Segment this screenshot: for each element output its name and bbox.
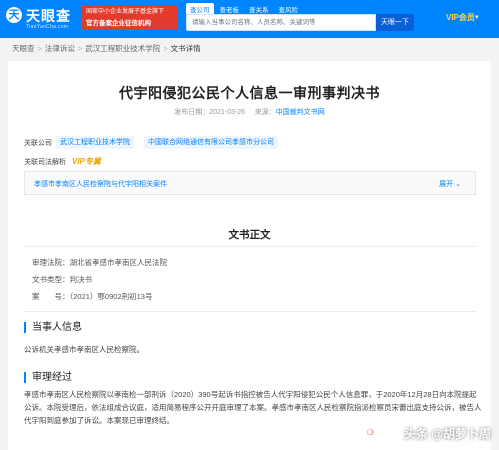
promo-line2: 官方备案企业征信机构 [86,20,151,27]
chevron-down-icon[interactable]: ▾ [475,13,479,21]
court-line: 审理法院：湖北省孝感市孝南区人民法院 [32,258,167,267]
company-tag[interactable]: 中国联合网络通信有限公司孝感市分公司 [144,136,278,149]
promo-banner[interactable]: 国家中小企业发展子基金旗下 官方备案企业征信机构 [82,6,178,30]
page-title: 代宇阳侵犯公民个人信息一审刑事判决书 [119,85,380,101]
divider [24,246,476,247]
judicial-analysis-label: 关联司法解析 [24,159,66,166]
publish-date: 2021-03-26 [209,109,246,116]
breadcrumb-company[interactable]: 武汉工程职业技术学院 [85,38,160,60]
expand-button[interactable]: 展开 ⌄ [439,179,461,189]
vip-badge: VIP专属 [72,157,101,166]
publish-label: 发布日期： [174,109,210,116]
breadcrumb-current: 文书详情 [170,44,201,53]
divider [24,311,476,312]
breadcrumb: 天眼查 > 法律诉讼 > 武汉工程职业技术学院 > 文书详情 [0,38,499,60]
related-case-link[interactable]: 孝感市孝南区人民检察院与代宇阳相关案件 [34,179,167,189]
breadcrumb-lawsuit[interactable]: 法律诉讼 [45,38,75,60]
breadcrumb-home[interactable]: 天眼查 [12,38,35,60]
trial-text: 孝感市孝南区人民检察院以孝南检一部刑诉（2020）390号起诉书指控被告人代宇阳… [24,390,482,425]
toutiao-logo-icon: ❍ [363,426,377,440]
promo-line1: 国家中小企业发展子基金旗下 [86,9,165,15]
parties-heading: 当事人信息 [24,322,82,333]
company-tag[interactable]: 武汉工程职业技术学院 [56,136,134,149]
expand-label: 展开 [439,181,454,188]
doc-type-line: 文书类型：判决书 [32,275,92,284]
source-label: 来源： [254,109,276,116]
search-input[interactable] [187,15,375,30]
logo-subtitle: TianYanCha.com [26,24,69,30]
breadcrumb-separator: > [77,44,83,53]
related-case-box: 孝感市孝南区人民检察院与代宇阳相关案件 展开 ⌄ [24,171,476,195]
top-bar: 天 天眼查 TianYanCha.com 国家中小企业发展子基金旗下 官方备案企… [0,0,499,38]
vip-member-link[interactable]: VIP会员 [446,12,475,23]
breadcrumb-separator: > [37,44,42,53]
breadcrumb-separator: > [163,44,168,53]
case-number-line: 案 号：（2021）鄂0902刑初13号 [32,292,153,301]
related-company-label: 关联公司 [24,140,52,147]
watermark: 头条 @胡萝卜周 [403,427,491,441]
trial-heading: 审理经过 [24,372,72,383]
parties-text: 公诉机关孝感市孝南区人民检察院。 [24,345,144,354]
logo-text[interactable]: 天眼查 [26,6,71,26]
search-button[interactable]: 天眼一下 [376,14,414,31]
source-link[interactable]: 中国裁判文书网 [276,109,325,116]
section-title-body: 文书正文 [228,229,271,241]
chevron-down-icon: ⌄ [455,181,461,188]
document-meta: 发布日期：2021-03-26 来源：中国裁判文书网 [8,107,491,117]
search-box [186,14,376,31]
document-card: 代宇阳侵犯公民个人信息一审刑事判决书 发布日期：2021-03-26 来源：中国… [8,61,491,450]
logo-icon[interactable]: 天 [6,7,22,23]
